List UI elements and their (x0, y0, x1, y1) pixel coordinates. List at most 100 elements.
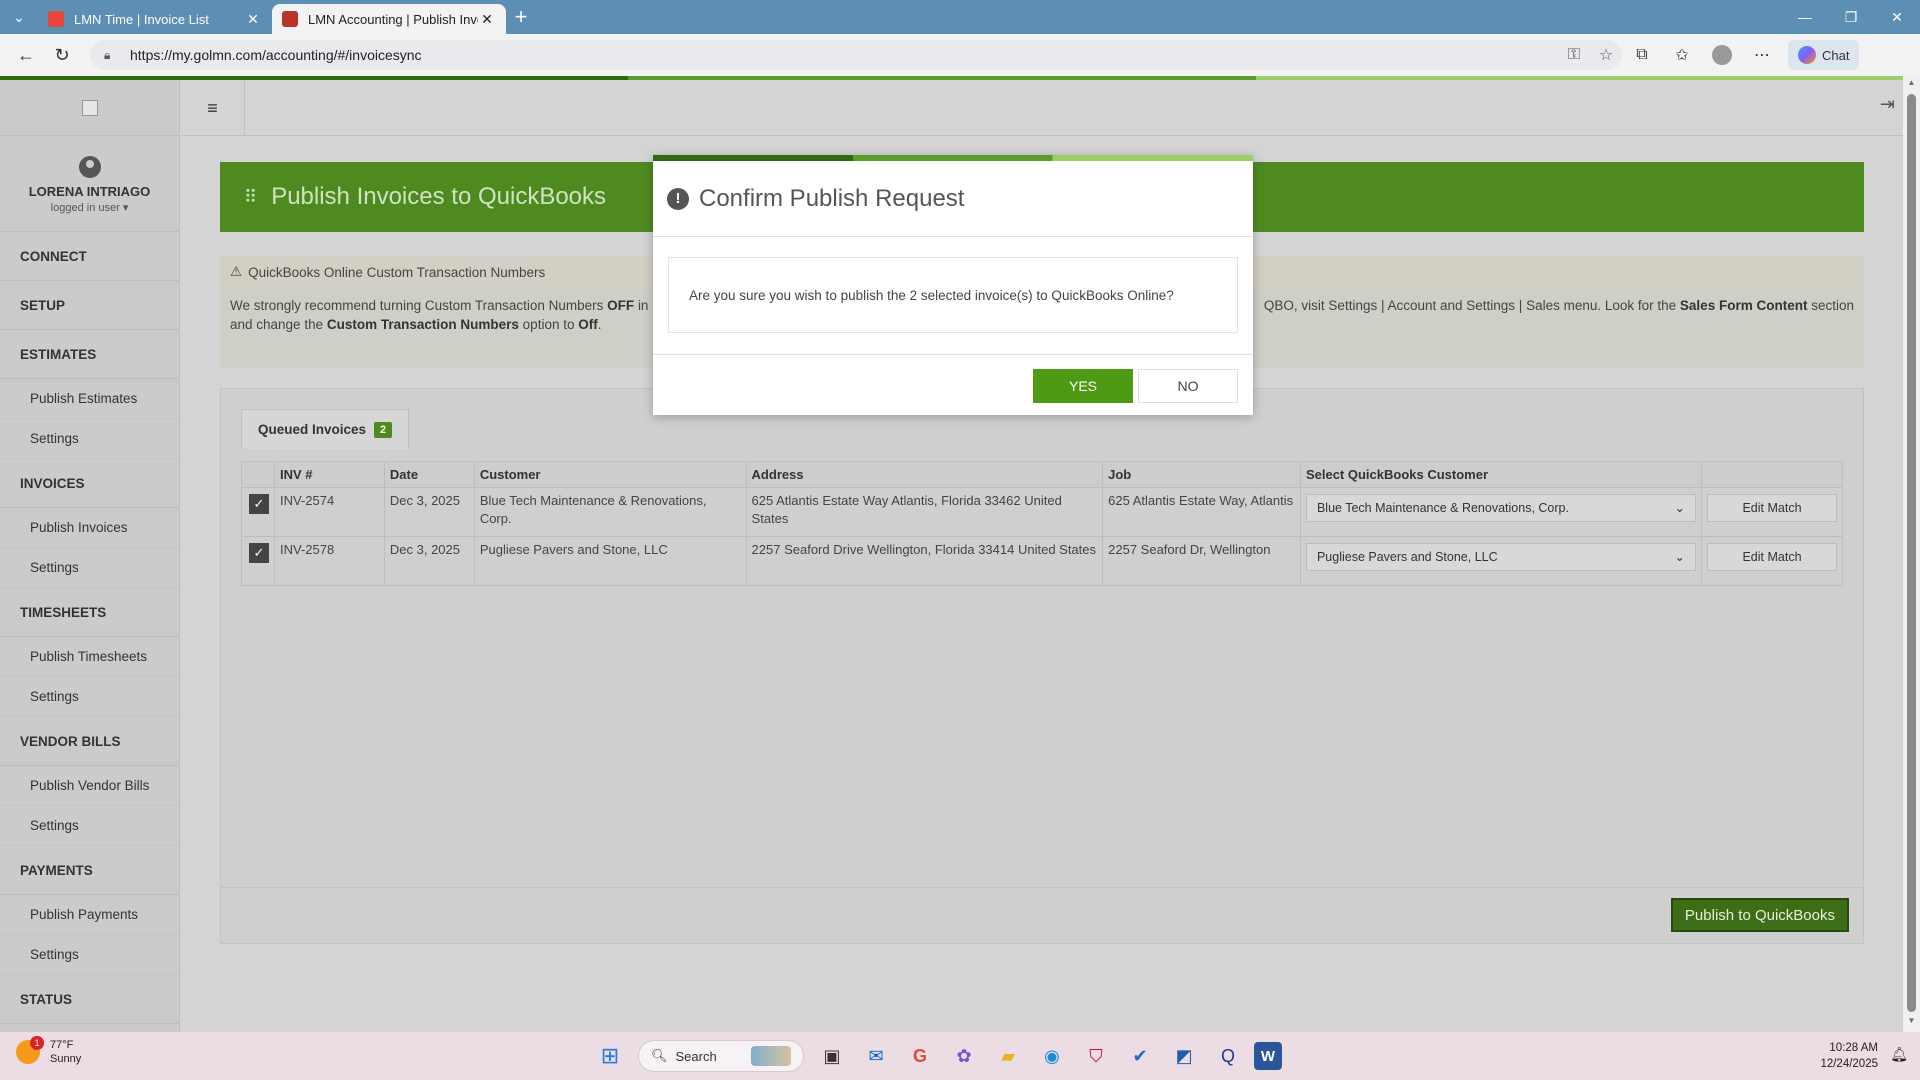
top-bar: ≡ ⇥ (181, 80, 1903, 136)
edge-browser-icon[interactable]: ◉ (1034, 1038, 1070, 1074)
sidebar-item-settings[interactable]: Settings (0, 935, 179, 975)
sidebar-item-settings[interactable]: Settings (0, 677, 179, 717)
close-window-icon[interactable]: ✕ (1874, 0, 1920, 34)
tab-close-icon[interactable]: ✕ (244, 11, 262, 28)
user-menu-toggle[interactable]: logged in user ▾ (0, 201, 179, 214)
favorites-icon[interactable]: ✩ (1662, 39, 1702, 71)
column-header: INV # (274, 461, 385, 488)
browser-tab-1[interactable]: LMN Time | Invoice List ✕ (38, 4, 272, 34)
todo-icon[interactable]: ✔ (1122, 1038, 1158, 1074)
sidebar-section-status[interactable]: STATUS (0, 975, 179, 1024)
notice-text: . (597, 317, 602, 332)
panel-footer: Publish to QuickBooks (221, 887, 1863, 943)
sidebar-item-publish-payments[interactable]: Publish Payments (0, 895, 179, 935)
notice-title: QuickBooks Online Custom Transaction Num… (248, 264, 546, 280)
address-bar[interactable]: 🔒︎ https://my.golmn.com/accounting/#/inv… (90, 40, 1622, 70)
notice-text: option to (522, 317, 575, 332)
hamburger-menu-icon[interactable]: ≡ (181, 80, 245, 136)
no-button[interactable]: NO (1138, 369, 1238, 403)
drawing-app-icon[interactable]: ◩ (1166, 1038, 1202, 1074)
search-icon: 🔍︎ (651, 1048, 668, 1063)
mcafee-icon[interactable]: ⛉ (1078, 1038, 1114, 1074)
invoice-panel: Queued Invoices 2 INV # Date Customer Ad… (220, 388, 1864, 944)
chevron-down-icon: ⌄ (1674, 501, 1685, 515)
tab-close-icon[interactable]: ✕ (478, 11, 496, 28)
notice-text: in (637, 298, 649, 313)
weather-widget[interactable]: 1 77°F Sunny (16, 1036, 81, 1066)
broken-image-icon (81, 99, 98, 116)
qb-customer-value: Pugliese Pavers and Stone, LLC (1316, 550, 1498, 564)
scroll-up-arrow-icon[interactable]: ▲ (1903, 78, 1920, 92)
sidebar-section-connect[interactable]: CONNECT (0, 232, 179, 281)
edit-match-button[interactable]: Edit Match (1707, 543, 1837, 571)
more-options-icon[interactable]: ⋯ (1742, 39, 1782, 71)
sidebar-item-publish-vendor-bills[interactable]: Publish Vendor Bills (0, 766, 179, 806)
system-clock[interactable]: 10:28 AM 12/24/2025 (1820, 1040, 1878, 1072)
minimize-icon[interactable]: — (1782, 0, 1828, 34)
qb-customer-select[interactable]: Pugliese Pavers and Stone, LLC ⌄ (1305, 543, 1696, 571)
sidebar-section-estimates[interactable]: ESTIMATES (0, 330, 179, 379)
sidebar-item-publish-invoices[interactable]: Publish Invoices (0, 508, 179, 548)
file-explorer-icon[interactable]: ▰ (990, 1038, 1026, 1074)
user-name: LORENA INTRIAGO (28, 184, 151, 199)
invoice-job: 2257 Seaford Dr, Wellington (1102, 536, 1301, 586)
windows-start-icon[interactable]: ⊞ (592, 1038, 628, 1074)
row-checkbox[interactable]: ✓ (249, 494, 269, 514)
extensions-icon[interactable]: ⧉ (1622, 39, 1662, 71)
browser-toolbar: ← ↻ 🔒︎ https://my.golmn.com/accounting/#… (0, 34, 1920, 76)
row-checkbox[interactable]: ✓ (249, 543, 269, 563)
app-logo[interactable] (0, 80, 179, 136)
tab-actions-chevron-icon[interactable]: ⌄ (4, 2, 34, 32)
browser-tab-2[interactable]: LMN Accounting | Publish Invoic ✕ (272, 4, 506, 34)
word-icon[interactable]: W (1254, 1042, 1282, 1070)
notice-emphasis: OFF (607, 298, 635, 313)
tab-queued-invoices[interactable]: Queued Invoices 2 (241, 409, 410, 449)
sidebar-item-publish-estimates[interactable]: Publish Estimates (0, 379, 179, 419)
sidebar-item-settings[interactable]: Settings (0, 419, 179, 459)
notice-emphasis: Custom Transaction Numbers (326, 317, 519, 332)
notification-bell-icon[interactable]: 🔔︎ (1890, 1046, 1908, 1063)
invoice-number: INV-2578 (274, 536, 385, 586)
publish-to-quickbooks-button[interactable]: Publish to QuickBooks (1670, 898, 1849, 932)
sidebar-section-payments[interactable]: PAYMENTS (0, 846, 179, 895)
outlook-icon[interactable]: ✉ (858, 1038, 894, 1074)
sidebar-item-settings[interactable]: Settings (0, 806, 179, 846)
task-view-icon[interactable]: ▣ (814, 1038, 850, 1074)
notification-badge: 1 (30, 1036, 44, 1050)
back-arrow-icon[interactable]: ← (8, 39, 44, 71)
copilot-chat-button[interactable]: Chat (1788, 40, 1860, 70)
sidebar-item-publish-timesheets[interactable]: Publish Timesheets (0, 637, 179, 677)
scrollbar-thumb[interactable] (1907, 94, 1916, 1012)
google-icon[interactable]: G (902, 1038, 938, 1074)
refresh-icon[interactable]: ↻ (44, 39, 80, 71)
taskbar-search[interactable]: 🔍︎ Search (638, 1040, 804, 1072)
invoice-number: INV-2574 (274, 487, 385, 537)
new-tab-plus-icon[interactable]: + (506, 2, 536, 32)
sidebar-section-timesheets[interactable]: TIMESHEETS (0, 588, 179, 637)
action-cell: Edit Match (1701, 536, 1843, 586)
page-scrollbar[interactable]: ▲ ▼ (1903, 76, 1920, 1032)
favorite-star-icon[interactable]: ☆ (1590, 45, 1622, 65)
sidebar-section-invoices[interactable]: INVOICES (0, 459, 179, 508)
password-key-icon[interactable]: ⚿ (1558, 46, 1590, 64)
profile-avatar-icon[interactable] (1702, 39, 1742, 71)
copilot-app-icon[interactable]: ✿ (946, 1038, 982, 1074)
qb-customer-select[interactable]: Blue Tech Maintenance & Renovations, Cor… (1305, 494, 1696, 522)
page-title: Publish Invoices to QuickBooks (271, 183, 607, 210)
scroll-down-arrow-icon[interactable]: ▼ (1903, 1016, 1920, 1030)
sidebar-section-setup[interactable]: SETUP (0, 281, 179, 330)
logout-icon[interactable]: ⇥ (1880, 94, 1895, 115)
quicken-icon[interactable]: Q (1210, 1038, 1246, 1074)
sidebar-nav: CONNECT SETUP ESTIMATES Publish Estimates Se… (0, 232, 179, 1024)
action-cell: Edit Match (1701, 487, 1843, 537)
yes-button[interactable]: YES (1033, 369, 1133, 403)
edit-match-button[interactable]: Edit Match (1707, 494, 1837, 522)
sidebar-section-vendor-bills[interactable]: VENDOR BILLS (0, 717, 179, 766)
restore-icon[interactable]: ❐ (1828, 0, 1874, 34)
invoice-customer: Pugliese Pavers and Stone, LLC (473, 536, 747, 586)
sidebar-item-settings[interactable]: Settings (0, 548, 179, 588)
url-text: https://my.golmn.com/accounting/#/invoic… (130, 47, 422, 63)
weather-temp: 77°F (50, 1039, 74, 1051)
action-column-header (1701, 461, 1843, 488)
lock-icon[interactable]: 🔒︎ (104, 48, 118, 63)
